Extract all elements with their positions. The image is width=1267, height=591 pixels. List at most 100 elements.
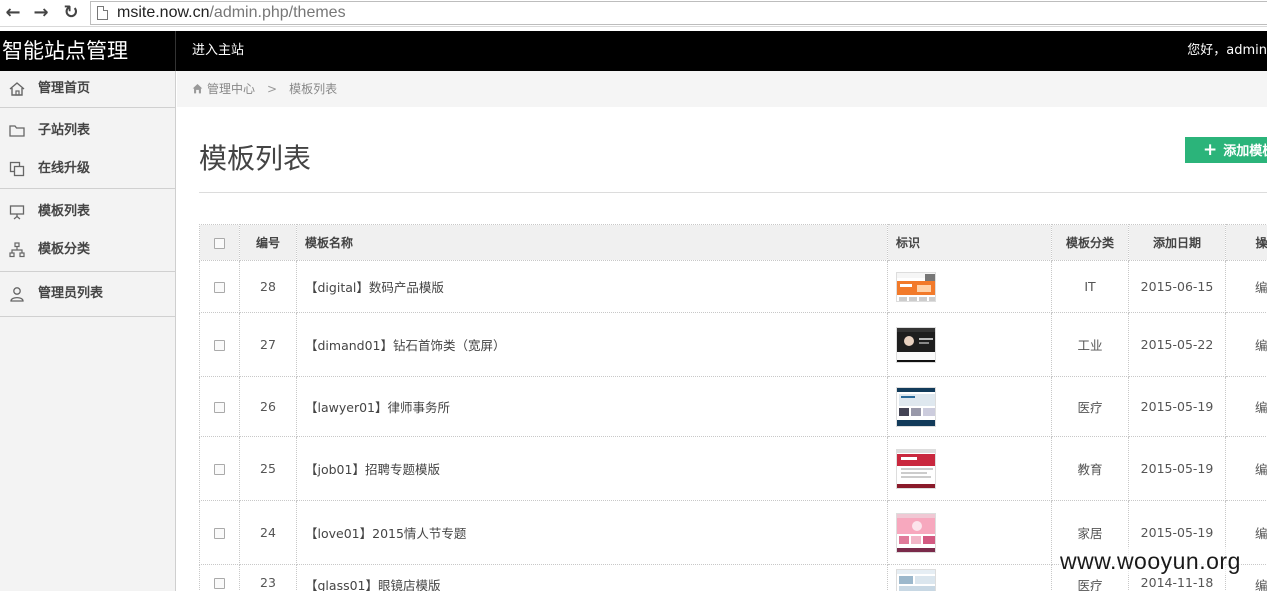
home-icon: [9, 82, 25, 96]
cell-action: 编辑: [1225, 436, 1267, 501]
sidebar-group-admins: 管理员列表: [0, 272, 175, 317]
sidebar-item-label: 子站列表: [38, 123, 91, 138]
top-header: 智能站点管理 进入主站 您好，admin: [0, 31, 1267, 71]
add-theme-button-label: 添加模板: [1223, 144, 1267, 159]
row-select-cell: [199, 436, 240, 501]
sidebar-item-subsites[interactable]: 子站列表: [0, 112, 175, 150]
sitemap-icon: [9, 242, 25, 258]
theme-table-wrapper: 编号 模板名称 标识 模板分类 添加日期 操作 28 【digital】数码产品…: [199, 224, 1267, 591]
cell-category: IT: [1051, 260, 1129, 313]
sidebar-item-label: 模板分类: [38, 242, 91, 257]
edit-link[interactable]: 编辑: [1255, 280, 1267, 295]
cell-name: 【job01】招聘专题模版: [296, 436, 888, 501]
address-bar[interactable]: msite.now.cn/admin.php/themes: [90, 1, 1267, 25]
cell-id: 24: [239, 500, 297, 565]
cell-date: 2015-06-15: [1128, 260, 1226, 313]
cell-name: 【digital】数码产品模版: [296, 260, 888, 313]
reload-icon[interactable]: ↻: [60, 2, 82, 24]
page-icon: [97, 6, 108, 20]
cell-name: 【dimand01】钻石首饰类（宽屏）: [296, 312, 888, 377]
row-checkbox[interactable]: [214, 340, 225, 351]
sidebar-item-label: 在线升级: [38, 161, 91, 176]
row-select-cell: [199, 260, 240, 313]
table-row: 28 【digital】数码产品模版 IT 2015-06-15 编辑: [199, 260, 1267, 313]
table-row: 25 【job01】招聘专题模版 教育 2015-05-19 编辑: [199, 436, 1267, 501]
user-greeting[interactable]: 您好，admin: [1187, 31, 1267, 71]
presentation-icon: [9, 205, 25, 220]
breadcrumb-root[interactable]: 管理中心: [207, 82, 255, 96]
edit-link[interactable]: 编辑: [1255, 400, 1267, 415]
sidebar-group-sites: 子站列表 在线升级: [0, 108, 175, 189]
sidebar-item-themes[interactable]: 模板列表: [0, 193, 175, 231]
edit-link[interactable]: 编辑: [1255, 578, 1267, 591]
cell-id: 23: [239, 564, 297, 591]
row-checkbox[interactable]: [214, 402, 225, 413]
theme-thumbnail[interactable]: [896, 569, 936, 591]
breadcrumb-current: 模板列表: [289, 82, 338, 96]
cell-action: 编辑: [1225, 376, 1267, 437]
sidebar-group-home: 管理首页: [0, 71, 175, 108]
cell-mark: [887, 500, 1052, 565]
cell-date: 2015-05-19: [1128, 436, 1226, 501]
sidebar-item-admins[interactable]: 管理员列表: [0, 275, 175, 313]
header-date[interactable]: 添加日期: [1128, 224, 1226, 261]
cell-category: 工业: [1051, 312, 1129, 377]
sidebar-group-themes: 模板列表 模板分类: [0, 189, 175, 272]
cell-name: 【lawyer01】律师事务所: [296, 376, 888, 437]
header-id[interactable]: 编号: [239, 224, 297, 261]
edit-link[interactable]: 编辑: [1255, 462, 1267, 477]
edit-link[interactable]: 编辑: [1255, 338, 1267, 353]
cell-name: 【glass01】眼镜店模版: [296, 564, 888, 591]
cell-id: 28: [239, 260, 297, 313]
theme-thumbnail[interactable]: [896, 271, 936, 302]
theme-thumbnail[interactable]: [896, 386, 936, 427]
cell-category: 医疗: [1051, 376, 1129, 437]
row-checkbox[interactable]: [214, 464, 225, 475]
theme-thumbnail[interactable]: [896, 512, 936, 553]
sidebar-item-home[interactable]: 管理首页: [0, 71, 175, 107]
user-icon: [10, 287, 24, 302]
row-checkbox[interactable]: [214, 528, 225, 539]
table-row: 26 【lawyer01】律师事务所 医疗 2015-05-19 编辑: [199, 376, 1267, 437]
forward-arrow-icon[interactable]: →: [30, 2, 52, 24]
breadcrumb-separator: >: [267, 82, 278, 96]
cell-mark: [887, 376, 1052, 437]
theme-thumbnail[interactable]: [896, 326, 936, 363]
home-icon: [192, 83, 203, 93]
cell-mark: [887, 260, 1052, 313]
header-name[interactable]: 模板名称: [296, 224, 888, 261]
url-text: msite.now.cn/admin.php/themes: [117, 4, 346, 22]
row-select-cell: [199, 312, 240, 377]
cell-mark: [887, 436, 1052, 501]
cell-action: 编辑: [1225, 312, 1267, 377]
header-action: 操作: [1225, 224, 1267, 261]
row-checkbox[interactable]: [214, 282, 225, 293]
row-select-cell: [199, 500, 240, 565]
row-checkbox[interactable]: [214, 578, 225, 589]
cell-action: 编辑: [1225, 260, 1267, 313]
folder-icon: [9, 125, 25, 137]
sidebar-item-upgrade[interactable]: 在线升级: [0, 150, 175, 188]
browser-toolbar: ← → ↻ msite.now.cn/admin.php/themes: [0, 0, 1267, 27]
plus-icon: +: [1203, 140, 1218, 160]
sidebar-item-label: 模板列表: [38, 204, 91, 219]
theme-thumbnail[interactable]: [896, 448, 936, 489]
page-title: 模板列表: [199, 142, 312, 175]
cell-id: 25: [239, 436, 297, 501]
table-header-row: 编号 模板名称 标识 模板分类 添加日期 操作: [199, 224, 1267, 261]
enter-main-site-link[interactable]: 进入主站: [192, 31, 244, 71]
header-category[interactable]: 模板分类: [1051, 224, 1129, 261]
select-all-checkbox[interactable]: [214, 237, 225, 249]
table-row: 27 【dimand01】钻石首饰类（宽屏） 工业 2015-05-22 编辑: [199, 312, 1267, 377]
header-mark: 标识: [887, 224, 1052, 261]
sidebar-item-theme-categories[interactable]: 模板分类: [0, 231, 175, 269]
edit-link[interactable]: 编辑: [1255, 526, 1267, 541]
brand-title: 智能站点管理: [0, 31, 176, 71]
cell-date: 2015-05-22: [1128, 312, 1226, 377]
add-theme-button[interactable]: + 添加模板: [1185, 137, 1267, 163]
row-select-cell: [199, 564, 240, 591]
cell-date: 2015-05-19: [1128, 376, 1226, 437]
cell-mark: [887, 312, 1052, 377]
back-arrow-icon[interactable]: ←: [2, 2, 24, 24]
sidebar-item-label: 管理员列表: [38, 286, 104, 301]
